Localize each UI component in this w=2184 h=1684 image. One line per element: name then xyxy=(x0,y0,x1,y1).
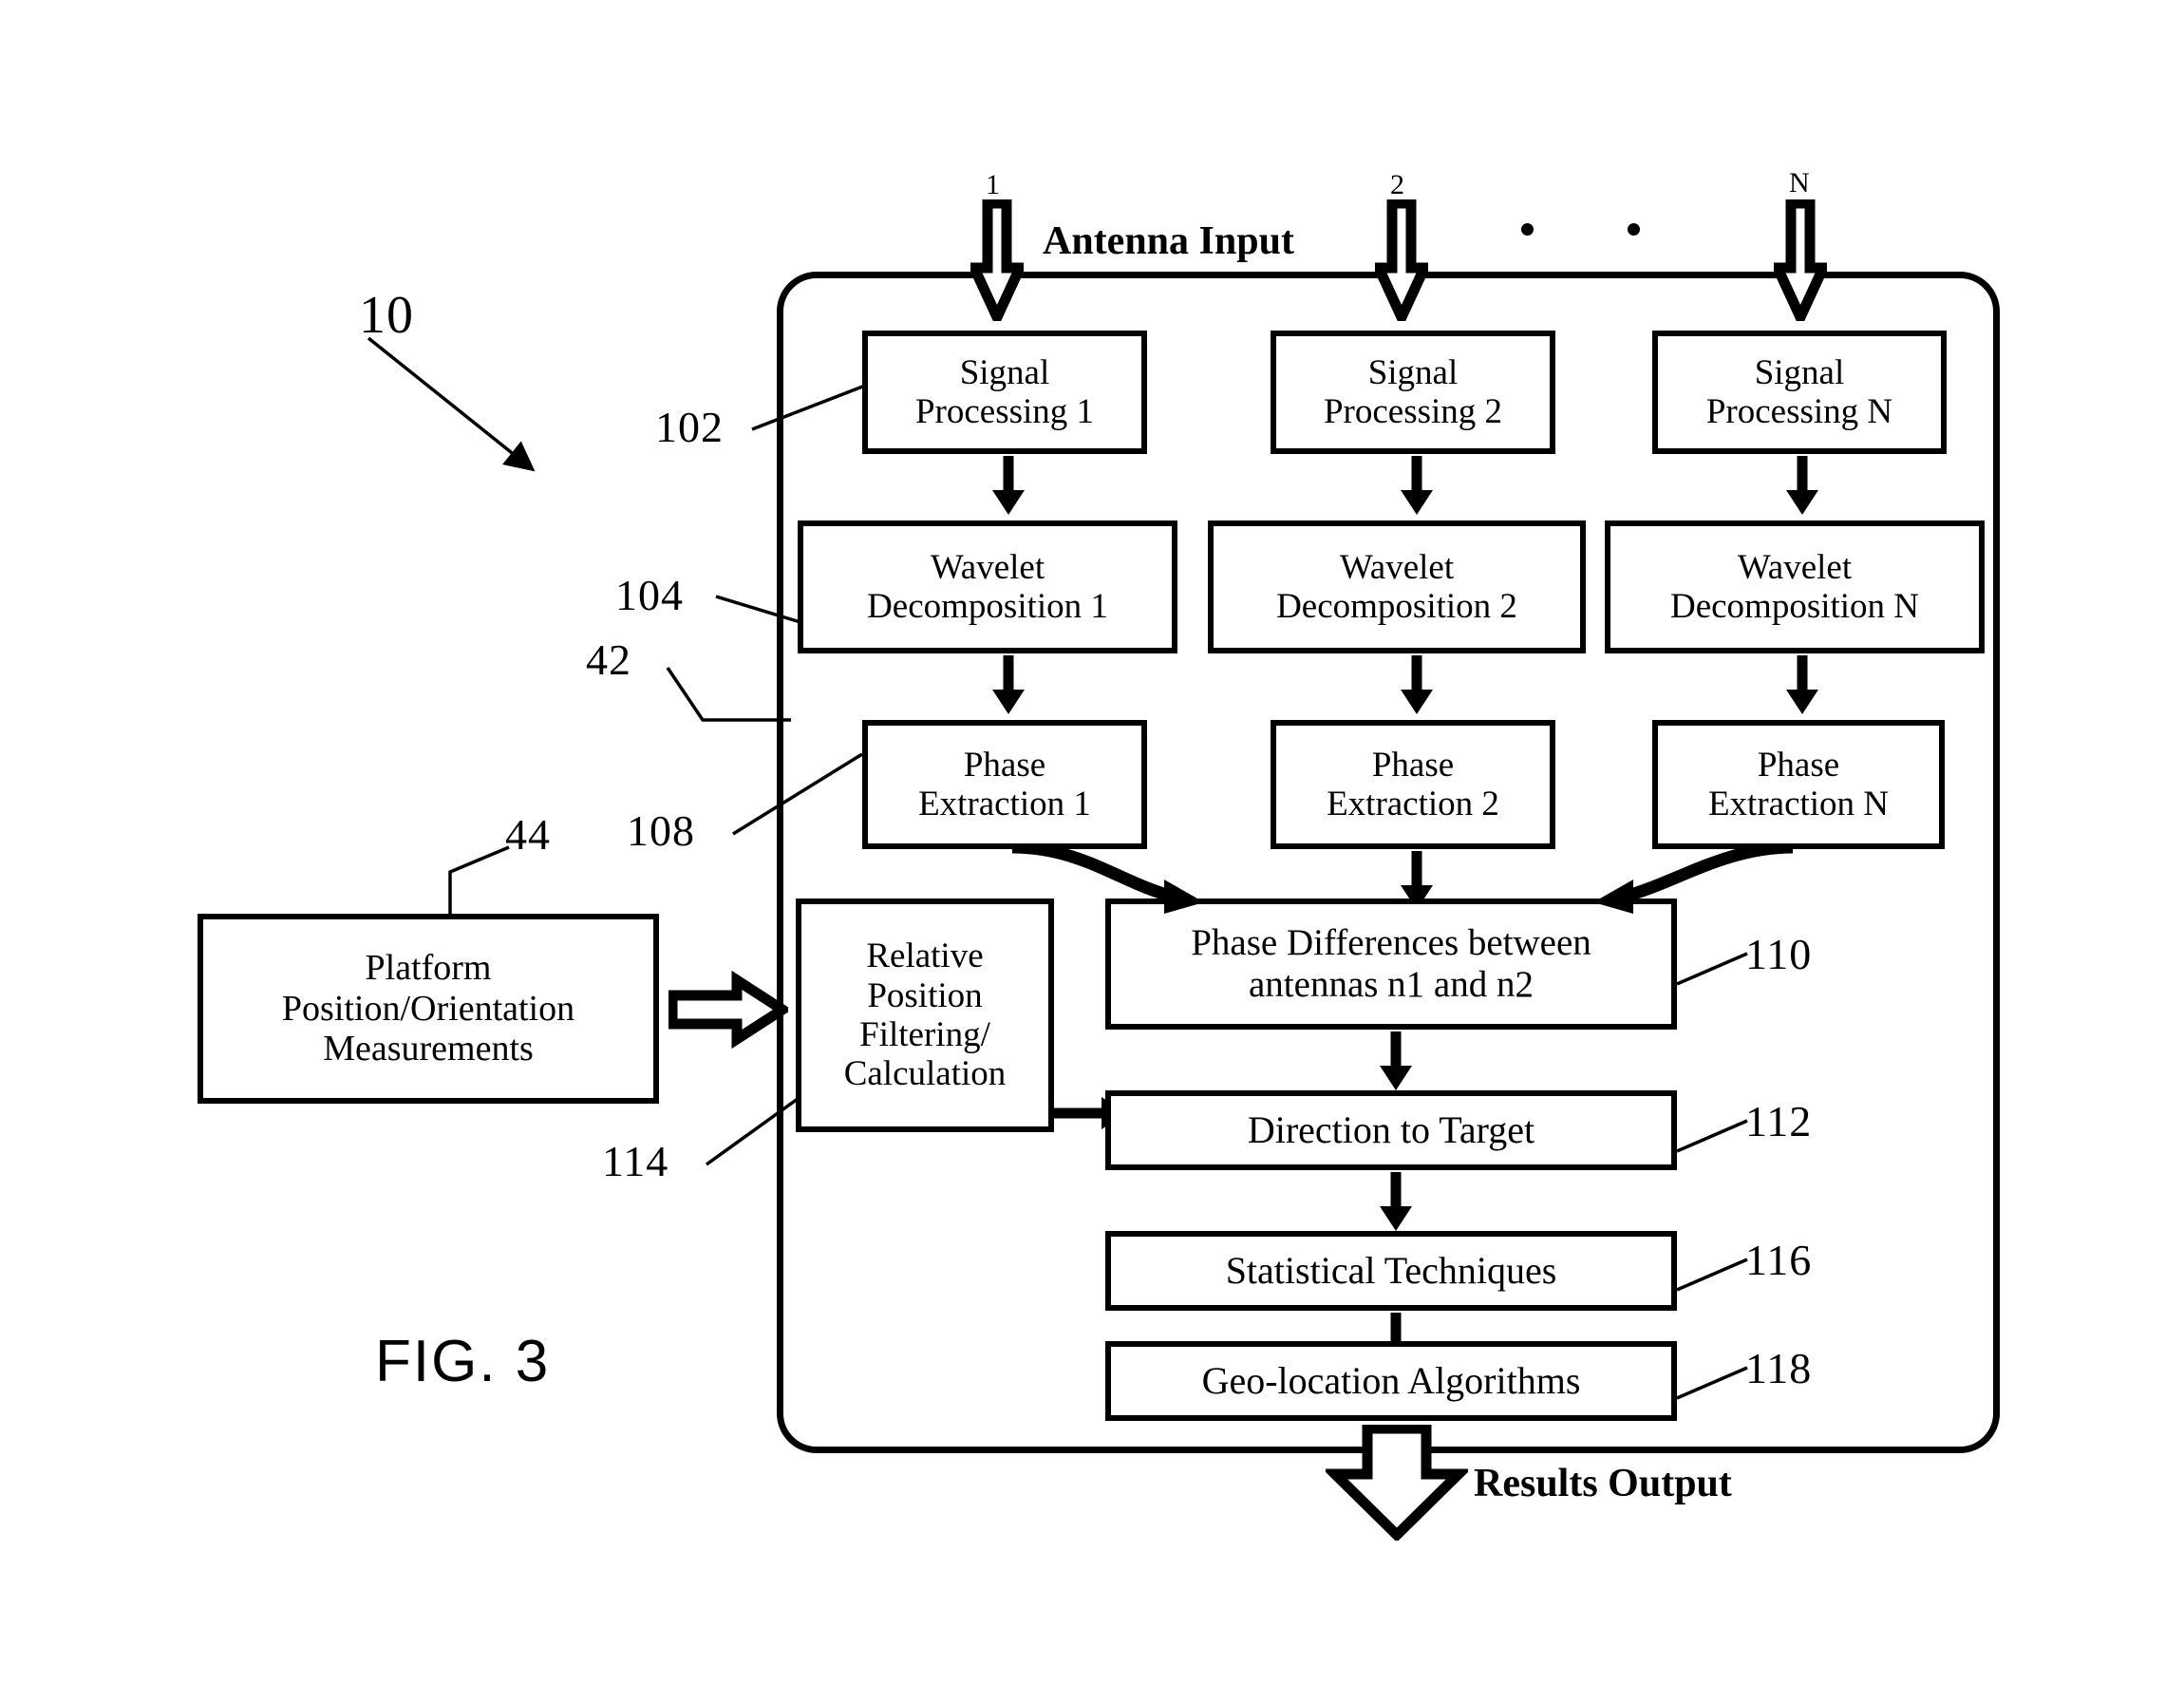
wavelet-n-line1: Wavelet xyxy=(1737,547,1853,587)
direction-to-target-label: Direction to Target xyxy=(1247,1107,1535,1151)
signal-processing-2-line2: Processing 2 xyxy=(1323,392,1503,431)
channel-index-2: 2 xyxy=(1390,169,1404,200)
antenna-input-label: Antenna Input xyxy=(1043,219,1294,263)
signal-processing-1-line1: Signal xyxy=(959,352,1050,392)
arrow-sp2-to-wd2 xyxy=(1396,456,1438,515)
antenna-input-arrow-n xyxy=(1774,199,1827,321)
ref-118-leader xyxy=(1676,1366,1748,1400)
signal-processing-n-line1: Signal xyxy=(1754,352,1845,392)
phase-extraction-2-line1: Phase xyxy=(1371,745,1455,785)
ref-110-leader xyxy=(1676,952,1748,986)
arrow-direction-to-statistical xyxy=(1375,1172,1417,1231)
signal-processing-2-line1: Signal xyxy=(1367,352,1459,392)
arrow-spn-to-wdn xyxy=(1781,456,1823,515)
results-output-label: Results Output xyxy=(1474,1462,1732,1505)
ref-numeral-10: 10 xyxy=(359,286,414,345)
phase-extraction-1-line2: Extraction 1 xyxy=(918,785,1091,823)
ref-44-leader xyxy=(448,845,510,918)
signal-processing-1-line2: Processing 1 xyxy=(914,392,1095,431)
phase-extraction-1-line1: Phase xyxy=(963,745,1046,785)
phase-differences-line1: Phase Differences between xyxy=(1191,922,1591,964)
arrow-pen-to-phase-differences xyxy=(1593,843,1794,914)
phase-extraction-2-line2: Extraction 2 xyxy=(1327,785,1499,823)
platform-line1: Platform xyxy=(365,948,492,989)
figure-label: FIG. 3 xyxy=(375,1329,551,1394)
signal-processing-n-line2: Processing N xyxy=(1705,392,1893,431)
ref-numeral-112: 112 xyxy=(1745,1097,1813,1145)
wavelet-1-line2: Decomposition 1 xyxy=(867,587,1108,626)
wavelet-decomposition-1-box: Wavelet Decomposition 1 xyxy=(798,520,1177,653)
platform-line2: Position/Orientation xyxy=(281,988,575,1029)
figure-canvas: FIG. 3 10 42 Antenna Input 1 2 N Signal … xyxy=(0,0,2184,1684)
ellipsis-dot-2 xyxy=(1628,223,1640,236)
arrow-sp1-to-wd1 xyxy=(988,456,1029,515)
ref-numeral-108: 108 xyxy=(627,806,695,855)
arrow-wd2-to-pe2 xyxy=(1396,655,1438,714)
antenna-input-arrow-2 xyxy=(1375,199,1428,321)
results-output-arrow xyxy=(1326,1425,1468,1541)
phase-extraction-2-box: Phase Extraction 2 xyxy=(1271,720,1555,849)
relative-position-box: Relative Position Filtering/ Calculation xyxy=(796,899,1054,1132)
ref-numeral-102: 102 xyxy=(655,403,724,451)
phase-differences-line2: antennas n1 and n2 xyxy=(1248,964,1534,1005)
wavelet-2-line2: Decomposition 2 xyxy=(1276,587,1517,626)
wavelet-n-line2: Decomposition N xyxy=(1669,587,1920,626)
ref-numeral-44: 44 xyxy=(505,810,551,859)
direction-to-target-box: Direction to Target xyxy=(1105,1090,1677,1170)
platform-line3: Measurements xyxy=(323,1029,534,1069)
ref-104-leader xyxy=(715,595,804,625)
arrow-wd1-to-pe1 xyxy=(988,655,1029,714)
channel-index-1: 1 xyxy=(986,169,1000,200)
phase-extraction-n-line2: Extraction N xyxy=(1707,785,1890,823)
relative-position-line2: Position xyxy=(867,975,983,1015)
arrow-wdn-to-pen xyxy=(1781,655,1823,714)
ref-108-leader xyxy=(732,752,863,836)
platform-to-relative-position-arrow xyxy=(668,970,788,1050)
wavelet-1-line1: Wavelet xyxy=(930,547,1045,587)
relative-position-line1: Relative xyxy=(866,937,984,976)
ref-numeral-114: 114 xyxy=(602,1137,669,1185)
ref-42-leader xyxy=(666,667,791,722)
signal-processing-2-box: Signal Processing 2 xyxy=(1271,331,1555,454)
arrow-pe1-to-phase-differences xyxy=(1011,843,1204,914)
ref-102-leader xyxy=(751,382,871,431)
antenna-input-arrow-1 xyxy=(970,199,1024,321)
statistical-techniques-label: Statistical Techniques xyxy=(1225,1248,1557,1292)
statistical-techniques-box: Statistical Techniques xyxy=(1105,1231,1677,1311)
phase-extraction-n-line1: Phase xyxy=(1757,745,1840,785)
ref-numeral-42: 42 xyxy=(586,635,631,684)
geolocation-algorithms-box: Geo-location Algorithms xyxy=(1105,1341,1677,1421)
ref-116-leader xyxy=(1676,1258,1748,1292)
relative-position-line4: Calculation xyxy=(843,1054,1007,1094)
phase-extraction-1-box: Phase Extraction 1 xyxy=(862,720,1147,849)
ellipsis-dot-1 xyxy=(1521,223,1534,236)
wavelet-decomposition-2-box: Wavelet Decomposition 2 xyxy=(1208,520,1586,653)
signal-processing-1-box: Signal Processing 1 xyxy=(862,331,1147,454)
ref-numeral-104: 104 xyxy=(615,571,684,619)
ref-numeral-118: 118 xyxy=(1745,1344,1813,1392)
geolocation-algorithms-label: Geo-location Algorithms xyxy=(1201,1358,1581,1402)
wavelet-decomposition-n-box: Wavelet Decomposition N xyxy=(1605,520,1985,653)
ref-112-leader xyxy=(1676,1119,1748,1153)
platform-measurements-box: Platform Position/Orientation Measuremen… xyxy=(198,914,659,1104)
ref-numeral-116: 116 xyxy=(1745,1236,1813,1284)
relative-position-line3: Filtering/ xyxy=(859,1015,990,1054)
ref-10-leader-arrow xyxy=(367,336,536,472)
signal-processing-n-box: Signal Processing N xyxy=(1652,331,1947,454)
channel-index-n: N xyxy=(1789,167,1810,199)
wavelet-2-line1: Wavelet xyxy=(1339,547,1455,587)
ref-numeral-110: 110 xyxy=(1745,930,1813,978)
arrow-phase-differences-to-direction xyxy=(1375,1031,1417,1090)
phase-extraction-n-box: Phase Extraction N xyxy=(1652,720,1945,849)
